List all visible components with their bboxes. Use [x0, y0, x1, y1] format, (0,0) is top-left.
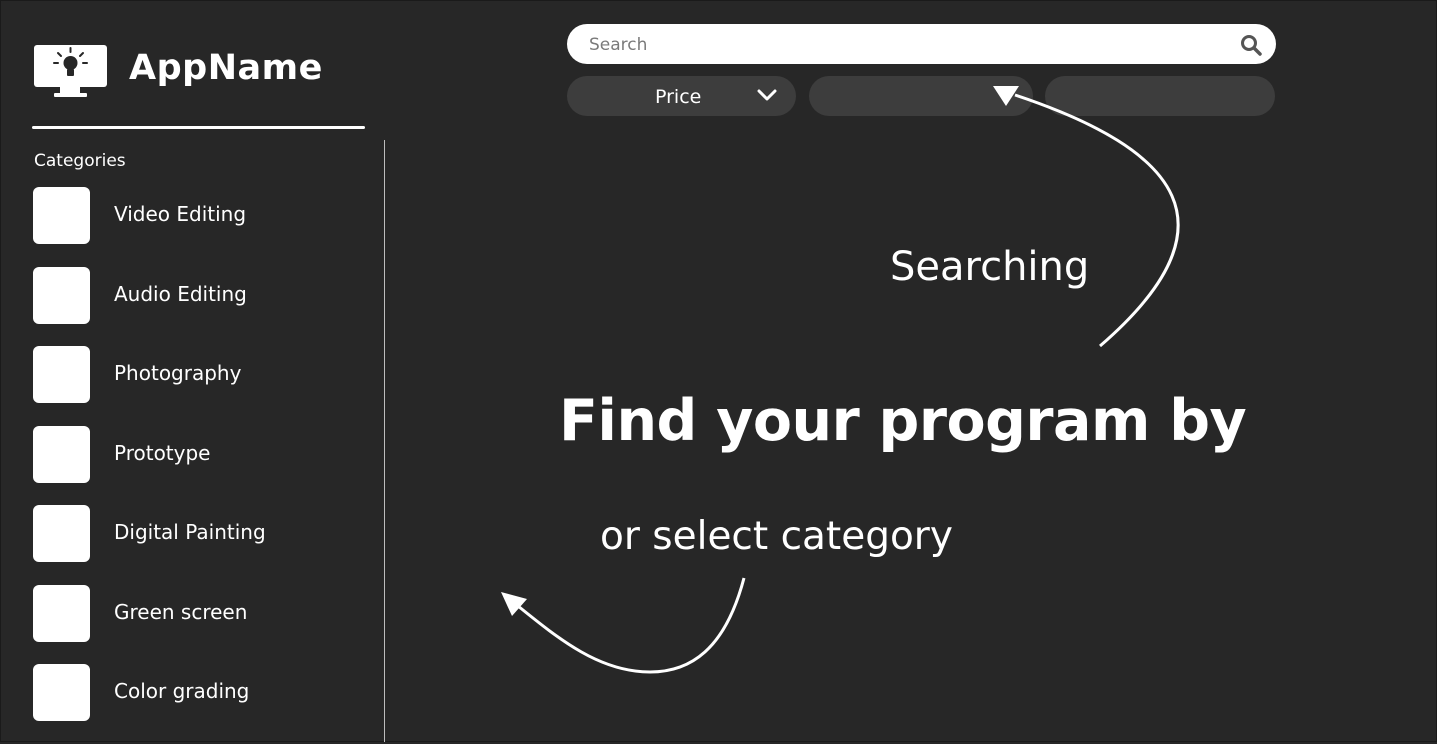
category-thumbnail[interactable]	[33, 266, 90, 324]
category-thumbnail[interactable]	[33, 187, 90, 244]
sidebar-item-prototype[interactable]: Prototype	[33, 425, 353, 484]
app-name: AppName	[129, 48, 323, 88]
chevron-down-icon	[757, 89, 777, 101]
sidebar-item-color-grading[interactable]: Color grading	[33, 664, 353, 722]
category-label: Video Editing	[114, 202, 247, 226]
category-label: Green screen	[114, 599, 248, 624]
sidebar-item-photography[interactable]: Photography	[33, 346, 353, 404]
category-label: Audio Editing	[114, 281, 247, 306]
price-filter-label: Price	[655, 86, 702, 108]
category-list: Video Editing Audio Editing Photography …	[33, 187, 353, 744]
sidebar-item-digital-painting[interactable]: Digital Painting	[33, 505, 353, 563]
category-thumbnail[interactable]	[33, 346, 90, 403]
category-annotation: or select category	[600, 514, 953, 559]
page-headline: Find your program by	[559, 388, 1247, 454]
searching-annotation: Searching	[890, 244, 1090, 290]
categories-heading: Categories	[34, 151, 126, 171]
category-label: Photography	[114, 361, 242, 385]
monitor-lightbulb-icon	[34, 45, 107, 97]
arrow-to-categories	[517, 577, 746, 674]
sidebar-item-audio-editing[interactable]: Audio Editing	[33, 266, 353, 325]
logo-divider	[32, 126, 365, 129]
category-thumbnail[interactable]	[33, 664, 90, 721]
arrow-to-filter	[1014, 93, 1180, 348]
sidebar-item-video-editing[interactable]: Video Editing	[33, 187, 353, 245]
search-icon[interactable]	[1240, 34, 1262, 56]
sidebar-item-green-screen[interactable]: Green screen	[33, 584, 353, 643]
filter-dropdown-2[interactable]	[809, 76, 1033, 116]
category-thumbnail[interactable]	[33, 425, 90, 483]
search-bar[interactable]	[567, 24, 1276, 66]
search-input[interactable]	[587, 24, 1231, 66]
price-filter-dropdown[interactable]: Price	[567, 76, 796, 116]
category-thumbnail[interactable]	[33, 584, 90, 642]
category-label: Digital Painting	[114, 520, 266, 544]
filter-dropdown-3[interactable]	[1045, 76, 1275, 116]
category-label: Color grading	[114, 679, 250, 703]
category-label: Prototype	[114, 440, 211, 465]
category-thumbnail[interactable]	[33, 505, 90, 562]
arrowhead-left	[501, 592, 527, 616]
sidebar-divider	[384, 140, 385, 742]
